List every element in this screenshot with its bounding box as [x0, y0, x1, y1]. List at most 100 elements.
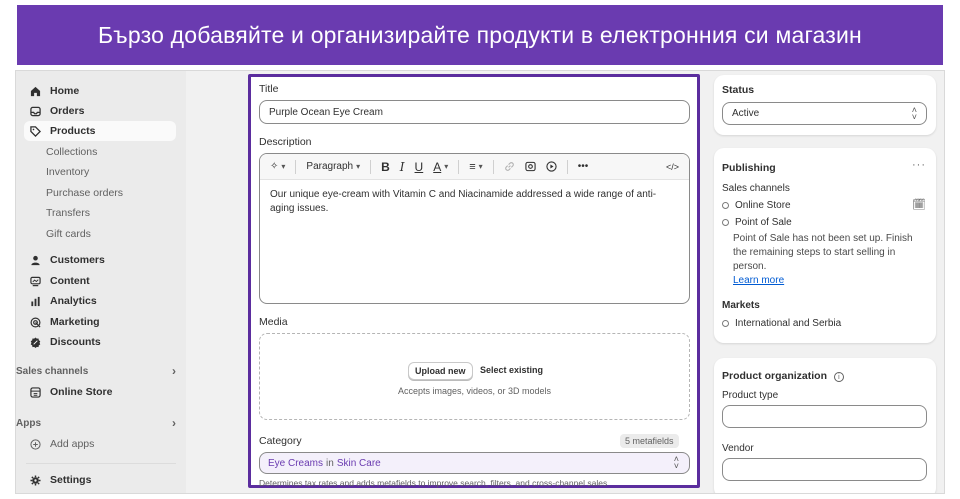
- sidebar-subitem-purchase-orders[interactable]: Purchase orders: [46, 184, 123, 202]
- publishing-title: Publishing: [722, 162, 776, 174]
- sidebar-item-home[interactable]: Home: [24, 81, 176, 101]
- sidebar-subitem-transfers[interactable]: Transfers: [46, 204, 90, 222]
- sidebar-item-discounts[interactable]: Discounts: [24, 332, 176, 352]
- plus-circle-icon: [28, 437, 42, 451]
- sidebar-subitem-inventory[interactable]: Inventory: [46, 163, 89, 181]
- chevron-down-icon: ▾: [478, 162, 483, 171]
- product-type-input[interactable]: [722, 405, 927, 428]
- media-hint: Accepts images, videos, or 3D models: [397, 386, 552, 396]
- toolbar-separator: [492, 159, 494, 174]
- vendor-input[interactable]: [722, 458, 927, 481]
- sidebar-item-label: Discounts: [50, 336, 101, 348]
- underline-button[interactable]: U: [415, 160, 424, 174]
- sales-channels-label: Sales channels: [722, 183, 790, 194]
- text-color-button[interactable]: A ▾: [433, 160, 448, 174]
- more-icon[interactable]: ···: [912, 159, 926, 171]
- sidebar-item-analytics[interactable]: Analytics: [24, 291, 176, 311]
- admin-window: Home Orders Products Collections Invento…: [15, 70, 945, 494]
- learn-more-link[interactable]: Learn more: [733, 275, 784, 286]
- category-parent: Skin Care: [336, 457, 381, 469]
- text-color-icon: A: [433, 159, 442, 174]
- product-organization-title-text: Product organization: [722, 370, 827, 382]
- markets-label: Markets: [722, 300, 760, 311]
- sidebar-item-label: Orders: [50, 105, 85, 117]
- store-icon: [28, 385, 42, 399]
- sidebar-subitem-collections[interactable]: Collections: [46, 143, 97, 161]
- bar-chart-icon: [28, 294, 42, 308]
- publishing-card: Publishing ··· Sales channels Online Sto…: [714, 148, 936, 343]
- chevron-down-icon: ▾: [444, 162, 449, 171]
- sidebar-item-label: Content: [50, 275, 90, 287]
- product-details-card: Title Purple Ocean Eye Cream Description…: [248, 74, 700, 488]
- image-button[interactable]: [525, 161, 536, 172]
- sidebar-item-label: Products: [50, 125, 96, 137]
- sidebar-section-apps[interactable]: Apps ›: [16, 414, 176, 432]
- chevron-right-icon: ›: [172, 364, 176, 378]
- toolbar-separator: [458, 159, 460, 174]
- channel-name: Point of Sale: [735, 217, 792, 228]
- schedule-icon[interactable]: 🗓: [912, 198, 926, 211]
- sidebar-item-label: Settings: [50, 474, 92, 486]
- sidebar: Home Orders Products Collections Invento…: [16, 71, 186, 493]
- media-label: Media: [259, 316, 288, 328]
- title-input[interactable]: Purple Ocean Eye Cream: [259, 100, 690, 124]
- select-existing-link[interactable]: Select existing: [480, 365, 543, 375]
- italic-button[interactable]: I: [400, 160, 405, 174]
- category-label: Category: [259, 435, 302, 447]
- status-card: Status Active ˄ ˅: [714, 75, 936, 135]
- align-button[interactable]: ≡ ▾: [469, 161, 482, 173]
- more-button[interactable]: •••: [578, 161, 589, 172]
- channel-point-of-sale: Point of Sale: [722, 217, 792, 228]
- sidebar-section-sales-channels[interactable]: Sales channels ›: [16, 362, 176, 380]
- align-icon: ≡: [469, 160, 476, 173]
- sidebar-item-orders[interactable]: Orders: [24, 101, 176, 121]
- market-item: International and Serbia: [722, 318, 841, 329]
- inbox-icon: [28, 104, 42, 118]
- banner-caption: Бързо добавяйте и организирайте продукти…: [17, 5, 943, 65]
- link-button[interactable]: [504, 161, 515, 172]
- video-button[interactable]: [546, 161, 557, 172]
- code-view-button[interactable]: </>: [666, 162, 679, 172]
- sidebar-divider: [26, 463, 176, 464]
- channel-name: Online Store: [735, 200, 791, 211]
- status-label: Status: [722, 84, 755, 96]
- status-select[interactable]: Active ˄ ˅: [722, 102, 927, 125]
- category-name: Eye Creams: [268, 457, 324, 469]
- description-text[interactable]: Our unique eye-cream with Vitamin C and …: [260, 180, 689, 224]
- metafields-badge[interactable]: 5 metafields: [620, 434, 679, 448]
- link-icon: [504, 162, 514, 171]
- bullet-icon: [722, 201, 729, 209]
- section-label: Sales channels: [16, 365, 89, 377]
- sidebar-item-customers[interactable]: Customers: [24, 250, 176, 270]
- sidebar-item-content[interactable]: Content: [24, 271, 176, 291]
- toolbar-separator: [370, 159, 372, 174]
- vendor-label: Vendor: [722, 443, 754, 454]
- media-dropzone[interactable]: Upload new Select existing Accepts image…: [259, 333, 690, 420]
- sidebar-item-add-apps[interactable]: Add apps: [24, 434, 176, 454]
- paragraph-select[interactable]: Paragraph ▾: [306, 161, 360, 172]
- sidebar-item-online-store[interactable]: Online Store: [24, 382, 176, 402]
- upload-new-button[interactable]: Upload new: [408, 362, 473, 380]
- category-select[interactable]: Eye Creams in Skin Care ˄ ˅: [259, 452, 690, 474]
- sidebar-item-products[interactable]: Products: [24, 121, 176, 141]
- channel-online-store: Online Store: [722, 200, 791, 211]
- sidebar-item-label: Add apps: [50, 438, 95, 450]
- sidebar-item-settings[interactable]: Settings: [24, 470, 176, 490]
- sidebar-subitem-gift-cards[interactable]: Gift cards: [46, 225, 91, 243]
- play-icon: [546, 161, 557, 172]
- status-value: Active: [732, 108, 760, 119]
- select-arrows-icon: ˄ ˅: [673, 454, 679, 471]
- info-icon[interactable]: i: [833, 372, 844, 382]
- chevron-down-icon: ▾: [281, 162, 286, 171]
- sidebar-item-label: Home: [50, 85, 80, 97]
- sidebar-item-label: Online Store: [50, 386, 113, 398]
- target-icon: [28, 315, 42, 329]
- chevron-down-icon: ▾: [356, 162, 361, 171]
- market-name: International and Serbia: [735, 318, 842, 329]
- discount-icon: [28, 335, 42, 349]
- sidebar-item-marketing[interactable]: Marketing: [24, 312, 176, 332]
- sidebar-item-label: Analytics: [50, 295, 97, 307]
- bold-button[interactable]: B: [381, 160, 390, 174]
- toolbar-separator: [295, 159, 297, 174]
- magic-format-button[interactable]: ✧ ▾: [270, 161, 285, 172]
